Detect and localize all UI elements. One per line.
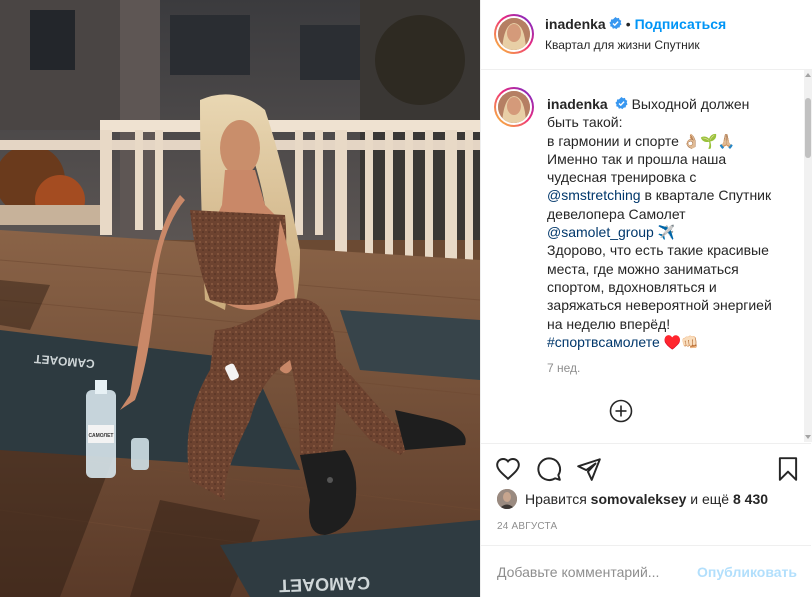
likes-summary: Нравится somovaleksey и ещё 8 430 bbox=[497, 489, 768, 509]
caption-plane-emoji: ✈️ bbox=[653, 224, 676, 241]
liker-avatar[interactable] bbox=[497, 489, 517, 509]
post-photo[interactable]: CAMOAET CAMOAET САМОЛЕТ bbox=[0, 0, 480, 597]
verified-badge-icon bbox=[609, 17, 622, 30]
paper-plane-icon[interactable] bbox=[576, 456, 602, 482]
scroll-down-arrow-icon[interactable] bbox=[805, 435, 811, 439]
mat-logo-bottom: CAMOAET bbox=[279, 573, 371, 596]
caption-line-3a: Именно так и прошла наша чудесная тренир… bbox=[547, 150, 727, 186]
caption-line-2: в гармонии и спорте 👌🏼🌱🙏🏼 bbox=[547, 132, 736, 149]
scroll-up-arrow-icon[interactable] bbox=[805, 73, 811, 77]
location-link[interactable]: Квартал для жизни Спутник bbox=[545, 38, 700, 52]
post-caption: inadenka Выходной должен быть такой: в г… bbox=[547, 95, 783, 351]
comment-input[interactable] bbox=[497, 561, 697, 583]
post-actions-bar bbox=[481, 443, 811, 493]
post-date[interactable]: 24 августа bbox=[497, 521, 557, 532]
scrollbar-thumb[interactable] bbox=[805, 98, 811, 158]
publish-button[interactable]: Опубликовать bbox=[697, 564, 797, 580]
caption-line-4: Здорово, что есть такие красивые места, … bbox=[547, 242, 772, 332]
verified-badge-icon bbox=[615, 97, 628, 110]
caption-author-username[interactable]: inadenka bbox=[547, 96, 608, 112]
bottle-label: САМОЛЕТ bbox=[89, 433, 114, 439]
post-header: inadenka • Подписаться Квартал для жизни С… bbox=[481, 0, 812, 70]
author-avatar[interactable] bbox=[494, 14, 534, 54]
mention-samolet-group[interactable]: @samolet_group bbox=[547, 224, 654, 240]
comment-icon[interactable] bbox=[536, 456, 562, 482]
likes-prefix: Нравится bbox=[525, 491, 587, 507]
bookmark-icon[interactable] bbox=[775, 456, 801, 482]
likes-count[interactable]: 8 430 bbox=[733, 491, 768, 507]
caption-time-ago[interactable]: 7 нед. bbox=[547, 361, 580, 375]
follow-button[interactable]: Подписаться bbox=[635, 16, 727, 32]
likes-middle: и ещё bbox=[690, 491, 730, 507]
plus-circle-icon[interactable] bbox=[609, 399, 633, 423]
comments-scrollbar[interactable] bbox=[804, 70, 812, 442]
avatar-image bbox=[498, 91, 530, 123]
hashtag-link[interactable]: #спортвсамолете bbox=[547, 334, 660, 350]
comments-scroll-area[interactable]: inadenka Выходной должен быть такой: в г… bbox=[481, 70, 811, 443]
mention-smstretching[interactable]: @smstretching bbox=[547, 187, 641, 203]
author-username[interactable]: inadenka bbox=[545, 16, 606, 32]
instagram-post: CAMOAET CAMOAET САМОЛЕТ inadenka • Подпи… bbox=[0, 0, 812, 597]
header-line: inadenka • Подписаться bbox=[545, 16, 726, 32]
heart-icon[interactable] bbox=[495, 456, 521, 482]
photo-illustration: CAMOAET CAMOAET САМОЛЕТ bbox=[0, 0, 480, 597]
caption-end-emoji: ♥️👊🏻 bbox=[659, 333, 699, 350]
post-side-panel: inadenka • Подписаться Квартал для жизни С… bbox=[480, 0, 812, 597]
avatar-image bbox=[497, 489, 517, 509]
avatar-image bbox=[498, 18, 530, 50]
header-separator: • bbox=[625, 16, 631, 32]
caption-author-avatar[interactable] bbox=[494, 87, 534, 127]
add-comment-form: Опубликовать bbox=[481, 545, 811, 597]
liker-username[interactable]: somovaleksey bbox=[591, 491, 687, 507]
